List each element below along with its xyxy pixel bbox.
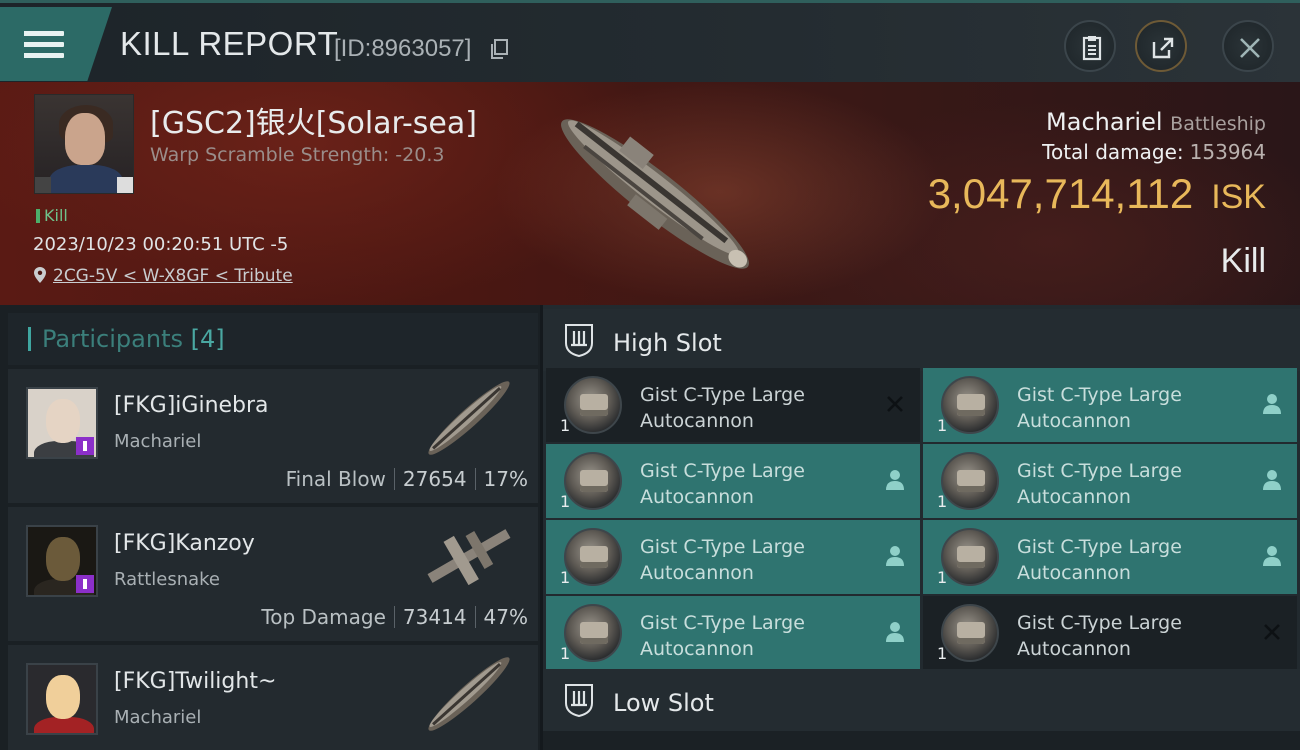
low-slot-icon xyxy=(565,684,593,717)
person-icon xyxy=(1263,394,1281,414)
participant-ship: Rattlesnake xyxy=(114,569,221,590)
person-icon xyxy=(1263,470,1281,490)
autocannon-icon xyxy=(564,528,622,586)
avatar xyxy=(26,663,98,735)
module-name: Gist C-Type Large Autocannon xyxy=(640,612,805,660)
participants-header[interactable]: Participants [4] xyxy=(8,313,538,365)
module-quantity: 1 xyxy=(560,492,571,511)
participant-card[interactable]: [FKG]Kanzoy Rattlesnake Top Damage 73414 4… xyxy=(8,507,538,641)
avatar xyxy=(26,525,98,597)
fitting-panel: High Slot 1 Gist C-Type Large Autocannon 1… xyxy=(543,305,1300,750)
participant-stats: Top Damage 73414 47% xyxy=(261,605,528,629)
module-slot[interactable]: 1 Gist C-Type Large Autocannon xyxy=(923,444,1297,518)
participant-name: [FKG]Twilight~ xyxy=(114,669,277,694)
module-slot[interactable]: 1 Gist C-Type Large Autocannon xyxy=(546,368,920,442)
module-quantity: 1 xyxy=(560,644,571,663)
isk-value: 3,047,714,112 ISK xyxy=(927,170,1266,217)
clipboard-icon[interactable] xyxy=(1064,20,1116,72)
module-quantity: 1 xyxy=(937,568,948,587)
module-slot[interactable]: 1 Gist C-Type Large Autocannon xyxy=(923,596,1297,670)
warp-scramble-strength: Warp Scramble Strength: -20.3 xyxy=(150,144,445,166)
low-slot-row xyxy=(543,731,1300,750)
participant-stats: Final Blow 27654 17% xyxy=(285,467,528,491)
page-title: KILL REPORT xyxy=(120,25,339,62)
kill-location[interactable]: 2CG-5V < W-X8GF < Tribute xyxy=(33,266,293,286)
module-quantity: 1 xyxy=(937,644,948,663)
module-name: Gist C-Type Large Autocannon xyxy=(1017,460,1182,508)
autocannon-icon xyxy=(564,604,622,662)
participant-ship-image xyxy=(428,381,510,455)
module-quantity: 1 xyxy=(937,416,948,435)
autocannon-icon xyxy=(941,452,999,510)
cross-icon xyxy=(1264,624,1280,640)
participants-panel: Participants [4] [FKG]iGinebra Machariel… xyxy=(0,305,540,750)
module-name: Gist C-Type Large Autocannon xyxy=(640,460,805,508)
participant-ship-image xyxy=(427,529,511,586)
high-slot-header[interactable]: High Slot xyxy=(543,309,1300,371)
participant-name: [FKG]Kanzoy xyxy=(114,531,255,556)
participant-card[interactable]: [FKG]Twilight~ Machariel xyxy=(8,645,538,750)
module-name: Gist C-Type Large Autocannon xyxy=(1017,612,1182,660)
participant-card[interactable]: [FKG]iGinebra Machariel Final Blow 27654 1… xyxy=(8,369,538,503)
report-id: [ID:8963057] xyxy=(334,35,472,62)
module-slot[interactable]: 1 Gist C-Type Large Autocannon xyxy=(546,520,920,594)
person-icon xyxy=(1263,546,1281,566)
cross-icon xyxy=(887,396,903,412)
participant-name: [FKG]iGinebra xyxy=(114,393,269,418)
result-label: Kill xyxy=(1220,242,1266,280)
kill-tag: Kill xyxy=(36,206,68,225)
avatar xyxy=(26,387,98,459)
kill-datetime: 2023/10/23 00:20:51 UTC -5 xyxy=(33,234,289,255)
module-slot[interactable]: 1 Gist C-Type Large Autocannon xyxy=(546,596,920,670)
copy-icon[interactable] xyxy=(490,39,508,59)
autocannon-icon xyxy=(564,452,622,510)
victim-name[interactable]: [GSC2]银火[Solar-sea] xyxy=(150,98,477,142)
autocannon-icon xyxy=(941,604,999,662)
module-slot[interactable]: 1 Gist C-Type Large Autocannon xyxy=(546,444,920,518)
victim-portrait[interactable] xyxy=(34,94,134,194)
module-name: Gist C-Type Large Autocannon xyxy=(640,536,805,584)
participant-ship: Machariel xyxy=(114,707,202,728)
autocannon-icon xyxy=(941,376,999,434)
module-name: Gist C-Type Large Autocannon xyxy=(1017,384,1182,432)
map-pin-icon xyxy=(34,267,46,283)
person-icon xyxy=(886,622,904,642)
security-icon xyxy=(76,575,94,593)
autocannon-icon xyxy=(941,528,999,586)
participant-ship-image xyxy=(428,657,510,731)
participant-ship: Machariel xyxy=(114,431,202,452)
share-icon[interactable] xyxy=(1135,20,1187,72)
victim-ship-image xyxy=(561,119,749,269)
module-quantity: 1 xyxy=(937,492,948,511)
module-name: Gist C-Type Large Autocannon xyxy=(1017,536,1182,584)
autocannon-icon xyxy=(564,376,622,434)
title-bar: KILL REPORT [ID:8963057] xyxy=(0,0,1300,82)
victim-ship[interactable]: Machariel Battleship xyxy=(1046,108,1266,136)
high-slot-icon xyxy=(565,324,593,357)
person-icon xyxy=(886,470,904,490)
module-slot[interactable]: 1 Gist C-Type Large Autocannon xyxy=(923,368,1297,442)
module-quantity: 1 xyxy=(560,416,571,435)
module-quantity: 1 xyxy=(560,568,571,587)
module-slot[interactable]: 1 Gist C-Type Large Autocannon xyxy=(923,520,1297,594)
module-name: Gist C-Type Large Autocannon xyxy=(640,384,805,432)
person-icon xyxy=(886,546,904,566)
victim-banner: [GSC2]银火[Solar-sea] Warp Scramble Streng… xyxy=(0,82,1300,305)
low-slot-header[interactable]: Low Slot xyxy=(543,669,1300,731)
close-icon[interactable] xyxy=(1222,20,1274,72)
hamburger-icon[interactable] xyxy=(0,7,112,81)
total-damage: Total damage: 153964 xyxy=(1042,140,1266,164)
security-icon xyxy=(76,437,94,455)
